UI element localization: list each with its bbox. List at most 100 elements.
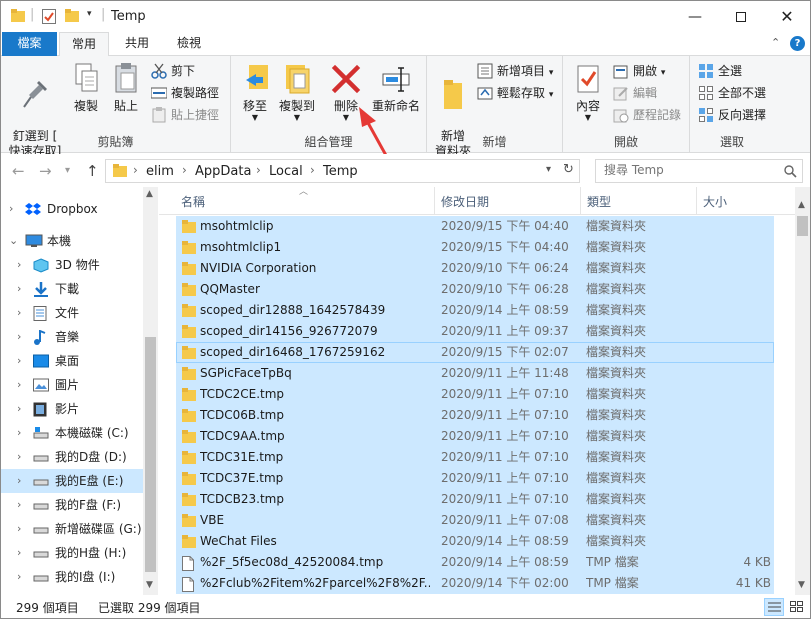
- nav-item-drive-i[interactable]: › 我的I盘 (I:): [1, 565, 143, 589]
- nav-item-music[interactable]: › 音樂: [1, 325, 143, 349]
- drive-icon: [33, 455, 49, 462]
- nav-item-this-pc[interactable]: ⌄ 本機: [1, 229, 143, 253]
- nav-item-3d-objects[interactable]: › 3D 物件: [1, 253, 143, 277]
- breadcrumb-temp[interactable]: Temp: [323, 164, 358, 179]
- history-button[interactable]: 歷程記錄: [613, 105, 681, 125]
- copy-to-button[interactable]: 複製到 ▼: [277, 62, 317, 122]
- large-icons-view-button[interactable]: [787, 598, 807, 616]
- address-bar[interactable]: › elim › AppData › Local › Temp ▾ ↻: [105, 159, 580, 183]
- table-row[interactable]: TCDC31E.tmp 2020/9/11 上午 07:10 檔案資料夾: [176, 447, 774, 468]
- file-date: 2020/9/10 下午 06:24: [441, 261, 569, 275]
- nav-item-downloads[interactable]: › 下載: [1, 277, 143, 301]
- table-row[interactable]: TCDC06B.tmp 2020/9/11 上午 07:10 檔案資料夾: [176, 405, 774, 426]
- scroll-down-icon[interactable]: ▼: [798, 580, 805, 590]
- nav-item-drive-d[interactable]: › 我的D盘 (D:): [1, 445, 143, 469]
- refresh-icon[interactable]: ↻: [563, 162, 574, 177]
- file-name: NVIDIA Corporation: [200, 261, 317, 275]
- column-header-date[interactable]: 修改日期: [435, 187, 581, 215]
- up-button[interactable]: ↑: [86, 162, 99, 180]
- search-input[interactable]: [604, 163, 784, 177]
- table-row[interactable]: scoped_dir14156_926772079 2020/9/11 上午 09…: [176, 321, 774, 342]
- table-row[interactable]: %2Fclub%2Fitem%2Fparcel%2F8%2F... 2020/9/…: [176, 573, 774, 594]
- nav-item-dropbox[interactable]: › Dropbox: [1, 197, 143, 221]
- minimize-button[interactable]: —: [672, 1, 718, 32]
- recent-locations-icon[interactable]: ▾: [65, 165, 70, 176]
- close-button[interactable]: ✕: [764, 1, 810, 32]
- file-date: 2020/9/11 上午 07:10: [441, 492, 569, 506]
- table-row[interactable]: msohtmlclip1 2020/9/15 下午 04:40 檔案資料夾: [176, 237, 774, 258]
- properties-button[interactable]: 內容 ▼: [569, 62, 607, 122]
- table-row[interactable]: TCDC9AA.tmp 2020/9/11 上午 07:10 檔案資料夾: [176, 426, 774, 447]
- edit-button[interactable]: 編輯: [613, 83, 657, 103]
- qat-dropdown-icon[interactable]: ▾: [87, 9, 92, 19]
- nav-item-desktop[interactable]: › 桌面: [1, 349, 143, 373]
- cut-button[interactable]: 剪下: [151, 61, 195, 81]
- address-dropdown-icon[interactable]: ▾: [546, 164, 551, 175]
- scroll-down-icon[interactable]: ▼: [146, 580, 153, 590]
- easy-access-icon: [477, 87, 493, 100]
- paste-shortcut-button[interactable]: 貼上捷徑: [151, 105, 219, 125]
- table-row[interactable]: VBE 2020/9/11 上午 07:08 檔案資料夾: [176, 510, 774, 531]
- tab-file[interactable]: 檔案: [2, 32, 57, 56]
- new-folder-icon[interactable]: [65, 9, 79, 23]
- help-icon[interactable]: ?: [790, 36, 805, 51]
- properties-icon[interactable]: [42, 9, 56, 24]
- details-view-button[interactable]: [764, 598, 784, 616]
- table-row[interactable]: NVIDIA Corporation 2020/9/10 下午 06:24 檔案資料…: [176, 258, 774, 279]
- large-icons-view-icon: [790, 601, 803, 612]
- table-row[interactable]: scoped_dir16468_1767259162 2020/9/15 下午 0…: [176, 342, 774, 363]
- search-box[interactable]: [595, 159, 803, 183]
- breadcrumb-elim[interactable]: elim: [146, 164, 174, 179]
- tab-home[interactable]: 常用: [59, 32, 109, 57]
- table-row[interactable]: msohtmlclip 2020/9/15 下午 04:40 檔案資料夾: [176, 216, 774, 237]
- select-all-button[interactable]: 全選: [698, 61, 742, 81]
- nav-item-drive-e[interactable]: › 我的E盘 (E:): [1, 469, 143, 493]
- table-row[interactable]: TCDC37E.tmp 2020/9/11 上午 07:10 檔案資料夾: [176, 468, 774, 489]
- maximize-button[interactable]: [718, 1, 764, 32]
- nav-item-drive-g[interactable]: › 新增磁碟區 (G:): [1, 517, 143, 541]
- table-row[interactable]: %2F_5f5ec08d_42520084.tmp 2020/9/14 上午 08…: [176, 552, 774, 573]
- invert-selection-button[interactable]: 反向選擇: [698, 105, 766, 125]
- nav-item-pictures[interactable]: › 圖片: [1, 373, 143, 397]
- tab-view[interactable]: 檢視: [165, 32, 213, 56]
- column-headers: ︿ 名稱 修改日期 類型 大小: [159, 187, 795, 215]
- forward-button[interactable]: →: [39, 162, 52, 180]
- tab-share[interactable]: 共用: [113, 32, 161, 56]
- nav-scrollbar[interactable]: ▲ ▼: [143, 187, 158, 595]
- copy-to-icon: [286, 65, 310, 94]
- back-button[interactable]: ←: [12, 162, 25, 180]
- breadcrumb-appdata[interactable]: AppData: [195, 164, 251, 179]
- move-to-button[interactable]: 移至 ▼: [237, 62, 273, 122]
- chevron-right-icon: ›: [17, 522, 22, 535]
- column-header-size[interactable]: 大小: [697, 187, 775, 215]
- file-date: 2020/9/14 上午 08:59: [441, 534, 569, 548]
- table-row[interactable]: TCDCB23.tmp 2020/9/11 上午 07:10 檔案資料夾: [176, 489, 774, 510]
- scroll-up-icon[interactable]: ▲: [798, 200, 805, 210]
- breadcrumb-local[interactable]: Local: [269, 164, 303, 179]
- file-list-scrollbar-thumb[interactable]: [797, 216, 808, 236]
- open-button[interactable]: 開啟 ▾: [613, 61, 665, 81]
- new-item-button[interactable]: 新增項目 ▾: [477, 61, 553, 81]
- scroll-up-icon[interactable]: ▲: [146, 189, 153, 199]
- copy-path-button[interactable]: 複製路徑: [151, 83, 219, 103]
- select-none-button[interactable]: 全部不選: [698, 83, 766, 103]
- nav-item-drive-c[interactable]: › 本機磁碟 (C:): [1, 421, 143, 445]
- easy-access-button[interactable]: 輕鬆存取 ▾: [477, 83, 553, 103]
- table-row[interactable]: scoped_dir12888_1642578439 2020/9/14 上午 0…: [176, 300, 774, 321]
- copy-button[interactable]: 複製: [69, 62, 103, 114]
- column-header-name[interactable]: 名稱: [176, 187, 435, 215]
- column-header-type[interactable]: 類型: [581, 187, 697, 215]
- table-row[interactable]: SGPicFaceTpBq 2020/9/11 上午 11:48 檔案資料夾: [176, 363, 774, 384]
- nav-scrollbar-thumb[interactable]: [145, 337, 156, 572]
- file-name: TCDC31E.tmp: [200, 450, 284, 464]
- nav-item-drive-f[interactable]: › 我的F盘 (F:): [1, 493, 143, 517]
- nav-item-documents[interactable]: › 文件: [1, 301, 143, 325]
- collapse-ribbon-icon[interactable]: ⌃: [771, 36, 780, 49]
- table-row[interactable]: QQMaster 2020/9/10 下午 06:28 檔案資料夾: [176, 279, 774, 300]
- paste-button[interactable]: 貼上: [109, 62, 143, 114]
- table-row[interactable]: TCDC2CE.tmp 2020/9/11 上午 07:10 檔案資料夾: [176, 384, 774, 405]
- nav-item-drive-h[interactable]: › 我的H盘 (H:): [1, 541, 143, 565]
- file-list-scrollbar[interactable]: ▲ ▼: [795, 187, 810, 595]
- nav-item-videos[interactable]: › 影片: [1, 397, 143, 421]
- table-row[interactable]: WeChat Files 2020/9/14 上午 08:59 檔案資料夾: [176, 531, 774, 552]
